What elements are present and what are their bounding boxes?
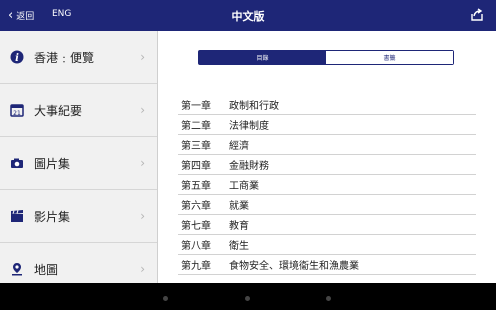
nav-indicator-dot <box>163 296 168 301</box>
chapter-title: 經濟 <box>229 141 249 152</box>
table-of-contents: 第一章 政制和行政 第二章 法律制度 第三章 經濟 第四章 金融財務 第五章 工商業 第六… <box>178 95 476 275</box>
toc-row[interactable]: 第五章 工商業 <box>178 175 476 195</box>
chapter-title: 政制和行政 <box>229 101 279 112</box>
map-pin-icon <box>10 262 24 276</box>
svg-text:i: i <box>15 53 19 64</box>
toc-row[interactable]: 第七章 教育 <box>178 215 476 235</box>
system-nav-bar <box>0 283 496 310</box>
sidebar-item-maps[interactable]: 地圖 › <box>0 243 157 283</box>
svg-text:21: 21 <box>13 110 21 117</box>
main-content: 目錄 書籤 第一章 政制和行政 第二章 法律制度 第三章 經濟 第四章 金融財務 第五章… <box>158 31 496 283</box>
chapter-title: 衛生 <box>229 241 249 252</box>
sidebar-item-label: 地圖 <box>34 262 59 277</box>
chapter-number: 第五章 <box>181 181 211 192</box>
chapter-title: 就業 <box>229 201 249 212</box>
chevron-right-icon: › <box>140 103 145 117</box>
sidebar-item-chronology[interactable]: 21 大事紀要 › <box>0 84 157 137</box>
chapter-title: 食物安全、環境衞生和漁農業 <box>229 261 359 272</box>
chapter-number: 第六章 <box>181 201 211 212</box>
chapter-number: 第二章 <box>181 121 211 132</box>
toc-row[interactable]: 第三章 經濟 <box>178 135 476 155</box>
chapter-number: 第三章 <box>181 141 211 152</box>
sidebar-item-videos[interactable]: 影片集 › <box>0 190 157 243</box>
chevron-right-icon: › <box>140 262 145 276</box>
chapter-number: 第八章 <box>181 241 211 252</box>
chapter-number: 第七章 <box>181 221 211 232</box>
info-icon: i <box>10 50 24 64</box>
nav-indicator-dot <box>245 296 250 301</box>
calendar-icon: 21 <box>10 103 24 117</box>
chapter-title: 金融財務 <box>229 161 269 172</box>
top-bar: ‹ 返回 ENG 中文版 <box>0 0 496 31</box>
share-icon[interactable] <box>470 8 484 22</box>
nav-indicator-dot <box>326 296 331 301</box>
chevron-right-icon: › <box>140 209 145 223</box>
tab-bookmarks[interactable]: 書籤 <box>326 51 453 64</box>
chevron-right-icon: › <box>140 156 145 170</box>
toc-row[interactable]: 第六章 就業 <box>178 195 476 215</box>
chapter-number: 第九章 <box>181 261 211 272</box>
page-title: 中文版 <box>231 10 265 23</box>
sidebar-item-label: 圖片集 <box>34 156 71 171</box>
toc-row[interactable]: 第八章 衛生 <box>178 235 476 255</box>
chevron-right-icon: › <box>140 50 145 64</box>
sidebar-item-label: 香港﹕便覽 <box>34 50 95 65</box>
chapter-number: 第一章 <box>181 101 211 112</box>
sidebar: i 香港﹕便覽 › 21 大事紀要 › 圖片集 › 影片集 › 地圖 › <box>0 31 158 283</box>
tab-contents[interactable]: 目錄 <box>199 51 326 64</box>
toc-row[interactable]: 第九章 食物安全、環境衞生和漁農業 <box>178 255 476 275</box>
clapperboard-icon <box>10 209 24 223</box>
chapter-title: 法律制度 <box>229 121 269 132</box>
chapter-title: 工商業 <box>229 181 259 192</box>
tab-switcher: 目錄 書籤 <box>198 50 454 65</box>
toc-row[interactable]: 第四章 金融財務 <box>178 155 476 175</box>
camera-icon <box>10 156 24 170</box>
toc-row[interactable]: 第一章 政制和行政 <box>178 95 476 115</box>
sidebar-item-label: 影片集 <box>34 209 71 224</box>
toc-row[interactable]: 第二章 法律制度 <box>178 115 476 135</box>
sidebar-item-photos[interactable]: 圖片集 › <box>0 137 157 190</box>
sidebar-item-facts[interactable]: i 香港﹕便覽 › <box>0 31 157 84</box>
chapter-title: 教育 <box>229 221 249 232</box>
sidebar-item-label: 大事紀要 <box>34 103 83 118</box>
chapter-number: 第四章 <box>181 161 211 172</box>
